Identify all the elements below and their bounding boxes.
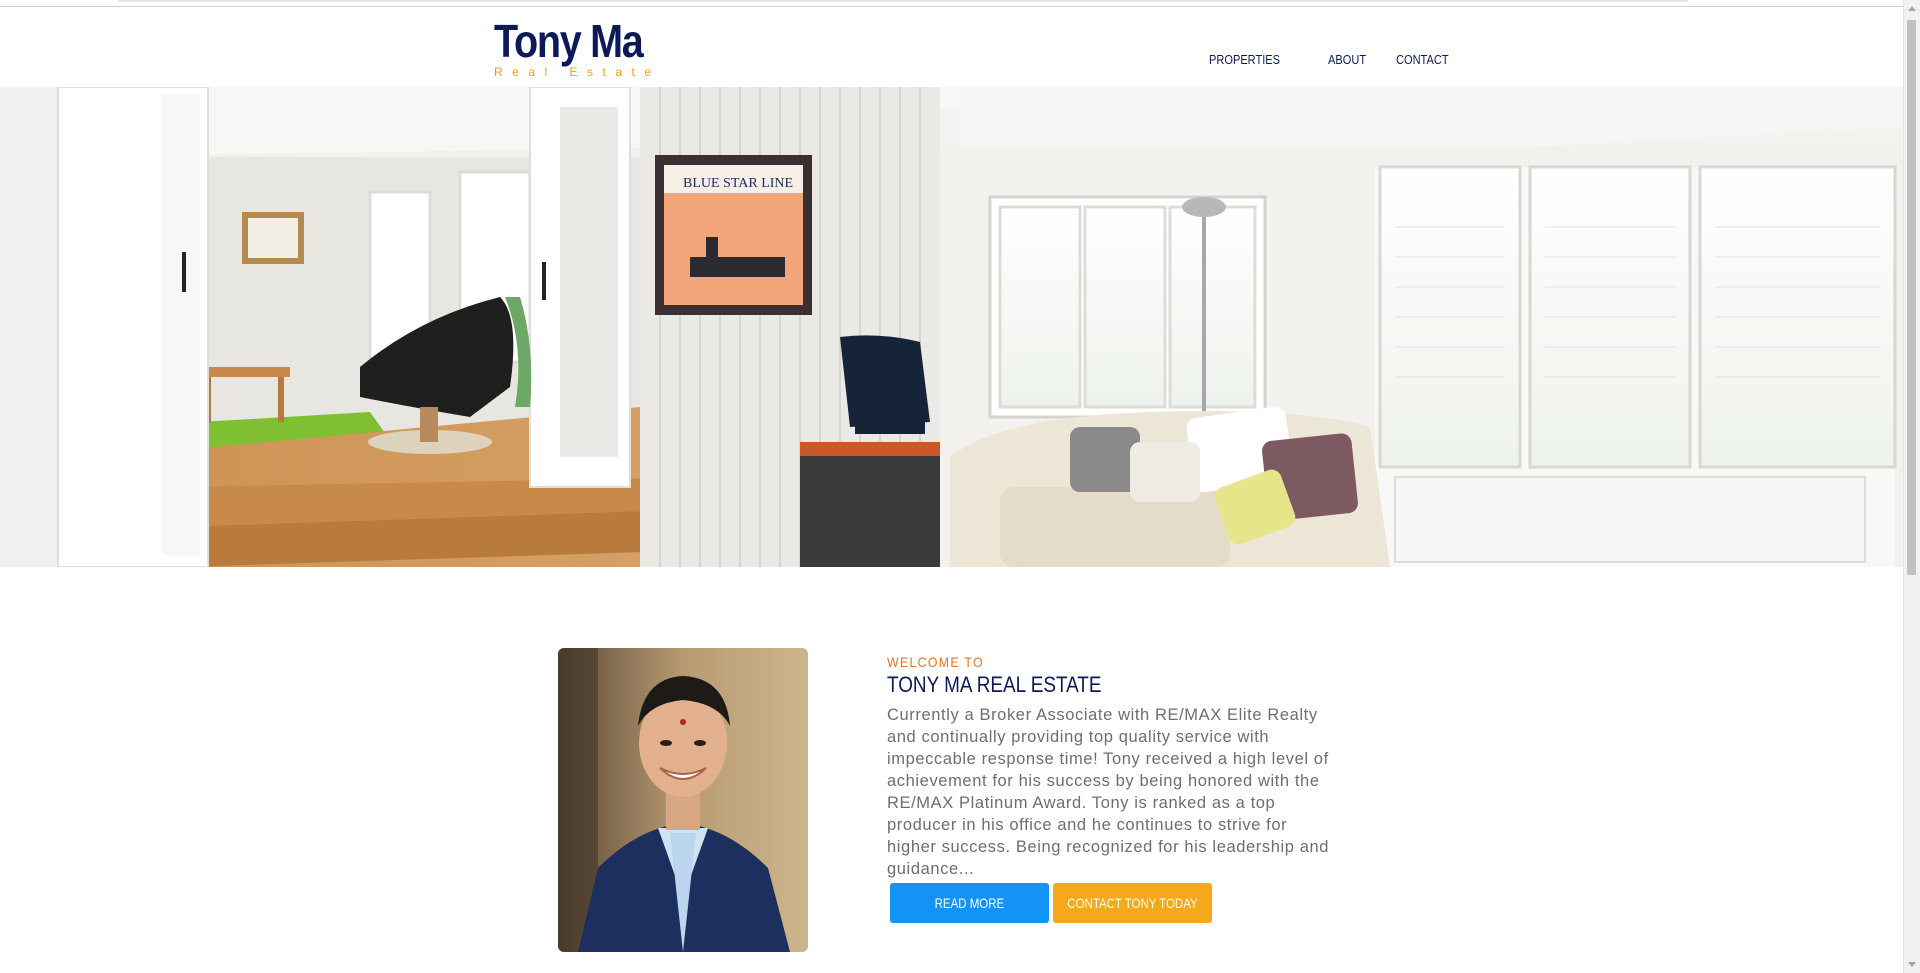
browser-top-edge — [0, 0, 1904, 7]
nav-item-properties[interactable]: PROPERTIES — [1209, 52, 1280, 67]
scroll-up-arrow-icon[interactable] — [1908, 6, 1916, 11]
welcome-body: Currently a Broker Associate with RE/MAX… — [887, 706, 1330, 878]
scrollbar-thumb[interactable] — [1907, 20, 1916, 575]
logo-name: Tony Ma — [494, 15, 644, 67]
hero-image: BLUE STAR LINE — [0, 87, 1904, 567]
vertical-scrollbar[interactable] — [1903, 0, 1920, 973]
logo-tagline: Real Estate — [494, 65, 661, 79]
contact-tony-button[interactable]: CONTACT TONY TODAY — [1053, 883, 1212, 923]
read-more-button[interactable]: READ MORE — [890, 883, 1049, 923]
contact-tony-label: CONTACT TONY TODAY — [1067, 895, 1198, 911]
welcome-section: WELCOME TO TONY MA REAL ESTATE Currently… — [887, 654, 1328, 880]
nav-item-about[interactable]: ABOUT — [1328, 52, 1366, 67]
nav-item-contact[interactable]: CONTACT — [1396, 52, 1449, 67]
page: Tony Ma Real Estate PROPERTIES ABOUT CON… — [0, 0, 1920, 973]
site-logo[interactable]: Tony Ma Real Estate — [494, 15, 661, 79]
agent-portrait — [558, 648, 808, 952]
poster-text: BLUE STAR LINE — [683, 176, 793, 191]
main-nav: PROPERTIES ABOUT CONTACT — [1209, 52, 1458, 67]
welcome-title: TONY MA REAL ESTATE — [887, 672, 1102, 697]
read-more-label: READ MORE — [934, 895, 1005, 911]
scroll-down-arrow-icon[interactable] — [1908, 962, 1916, 967]
welcome-eyebrow: WELCOME TO — [887, 654, 984, 670]
site-header: Tony Ma Real Estate PROPERTIES ABOUT CON… — [0, 7, 1904, 87]
cta-buttons: READ MORE CONTACT TONY TODAY — [890, 883, 1212, 923]
